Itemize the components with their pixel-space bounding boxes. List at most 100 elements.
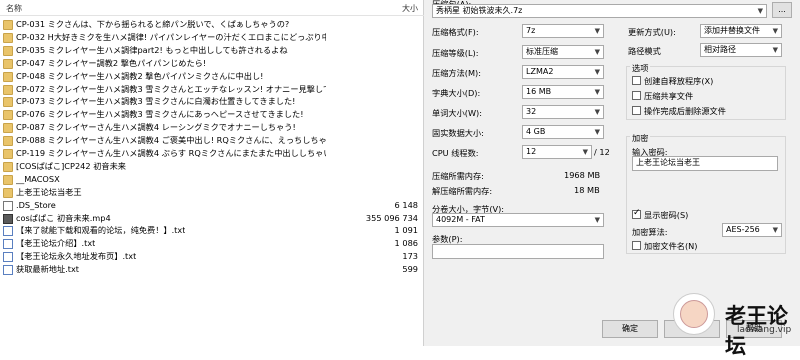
- file-row[interactable]: 上老王论坛当老王: [0, 186, 424, 199]
- browse-button[interactable]: ...: [772, 2, 792, 18]
- file-size: 355 096 734: [365, 212, 418, 223]
- file-row[interactable]: CP-087 ミクレイヤーさん生ハメ調教4 レーシングミクでオナニーしちゃう!: [0, 121, 424, 134]
- shared-checkbox[interactable]: [632, 91, 641, 100]
- chevron-down-icon: ▼: [594, 216, 600, 224]
- file-name: CP-076 ミクレイヤー生ハメ調教3 雪ミクさんにあっへピースさせてきました!: [16, 109, 304, 120]
- chevron-down-icon: ▼: [594, 108, 600, 116]
- file-row[interactable]: __MACOSX: [0, 173, 424, 186]
- file-name: 【老王论坛永久地址发布页】.txt: [16, 251, 137, 262]
- password-input[interactable]: 上老王论坛当老王: [632, 156, 778, 171]
- file-name: 【来了就能下载和观看的论坛，纯免费！】.txt: [16, 225, 186, 236]
- folder-icon: [3, 97, 13, 108]
- show-password-label: 显示密码(S): [644, 210, 689, 220]
- folder-icon: [3, 32, 13, 43]
- file-name: .DS_Store: [16, 199, 56, 210]
- update-select[interactable]: 添加并替换文件 ▼: [700, 24, 782, 38]
- file-row[interactable]: CP-031 ミクさんは、下から揺られると締パン脱いで、くぱぁしちゃうの?: [0, 18, 424, 31]
- chevron-down-icon: ▼: [594, 27, 600, 35]
- solid-select[interactable]: 4 GB ▼: [522, 125, 604, 139]
- chevron-down-icon: ▼: [772, 46, 778, 54]
- volume-select[interactable]: 4092M - FAT ▼: [432, 213, 604, 227]
- column-name-header[interactable]: 名称: [6, 3, 22, 14]
- video-file-icon: [3, 213, 13, 224]
- file-name: 【老王论坛介绍】.txt: [16, 238, 96, 249]
- folder-icon: [3, 187, 13, 198]
- file-name: CP-119 ミクレイヤーさん生ハメ調教4 ぷらす RQミクさんにまたまた中出し…: [16, 148, 326, 158]
- add-to-archive-dialog: 压缩包(A): 秀柄星 初始铁波未久.7z▼ ... 压缩格式(F): 7z▼ …: [424, 0, 800, 346]
- file-row[interactable]: cosぱぱこ 初音未来.mp4 355 096 734: [0, 212, 424, 225]
- enc-method-value: AES-256: [726, 225, 760, 234]
- column-size-header[interactable]: 大小: [402, 3, 418, 14]
- file-size: 6 148: [394, 199, 418, 210]
- file-name: CP-072 ミクレイヤー生ハメ調教3 雪ミクさんとエッチなレッスン! オナニー…: [16, 83, 326, 94]
- file-row[interactable]: 【老王论坛永久地址发布页】.txt 173: [0, 250, 424, 263]
- enc-method-select[interactable]: AES-256 ▼: [722, 223, 782, 237]
- method-select[interactable]: LZMA2 ▼: [522, 65, 604, 79]
- chevron-down-icon: ▼: [594, 68, 600, 76]
- text-file-icon: [3, 252, 13, 263]
- folder-icon: [3, 110, 13, 121]
- folder-icon: [3, 20, 13, 30]
- file-name: CP-032 H大好きミクを生ハメ調律! パイパンレイヤーの汁だくエロまこにどっ…: [16, 31, 326, 42]
- format-select[interactable]: 7z ▼: [522, 24, 604, 38]
- file-list-panel: 名称 大小 CP-031 ミクさんは、下から揺られると締パン脱いで、くぱぁしちゃ…: [0, 0, 424, 346]
- threads-label: CPU 线程数:: [432, 148, 479, 158]
- chevron-down-icon: ▼: [582, 148, 588, 156]
- chevron-down-icon[interactable]: ▼: [758, 5, 763, 17]
- file-row[interactable]: CP-072 ミクレイヤー生ハメ調教3 雪ミクさんとエッチなレッスン! オナニー…: [0, 83, 424, 96]
- file-row[interactable]: CP-035 ミクレイヤー生ハメ調律part2! もっと中出ししても許されるよね: [0, 44, 424, 57]
- chevron-down-icon: ▼: [594, 48, 600, 56]
- file-row[interactable]: CP-047 ミクレイヤー調教2 撃色パイパンじめたら!: [0, 57, 424, 70]
- file-row[interactable]: CP-048 ミクレイヤー生ハメ調教2 撃色パイパンミクさんに中出し!: [0, 70, 424, 83]
- file-name: CP-088 ミクレイヤーさん生ハメ調教4 ご褒美中出し! RQミクさんに、えっ…: [16, 135, 326, 146]
- encrypt-names-checkbox[interactable]: [632, 241, 641, 250]
- archive-path-combo[interactable]: 秀柄星 初始铁波未久.7z ▼: [432, 4, 767, 18]
- solid-value: 4 GB: [526, 127, 546, 136]
- word-select[interactable]: 32 ▼: [522, 105, 604, 119]
- file-row[interactable]: CP-119 ミクレイヤーさん生ハメ調教4 ぷらす RQミクさんにまたまた中出し…: [0, 147, 424, 160]
- file-row[interactable]: CP-088 ミクレイヤーさん生ハメ調教4 ご褒美中出し! RQミクさんに、えっ…: [0, 134, 424, 147]
- sfx-label: 创建自释放程序(X): [644, 76, 714, 86]
- ok-button[interactable]: 确定: [602, 320, 658, 338]
- dict-select[interactable]: 16 MB ▼: [522, 85, 604, 99]
- mem-comp-value: 1968 MB: [564, 170, 601, 180]
- chevron-down-icon: ▼: [594, 88, 600, 96]
- folder-icon: [3, 84, 13, 95]
- threads-select[interactable]: 12 ▼: [522, 145, 592, 159]
- file-name: CP-047 ミクレイヤー調教2 撃色パイパンじめたら!: [16, 57, 207, 68]
- threads-total: / 12: [594, 147, 610, 157]
- file-row[interactable]: CP-076 ミクレイヤー生ハメ調教3 雪ミクさんにあっへピースさせてきました!: [0, 108, 424, 121]
- file-size: 1 086: [394, 238, 418, 249]
- folder-icon: [3, 123, 13, 134]
- chevron-down-icon: ▼: [594, 128, 600, 136]
- dict-label: 字典大小(D):: [432, 88, 481, 98]
- file-size: 173: [402, 251, 418, 262]
- file-row[interactable]: [COSぱぱこ]CP242 初音未来: [0, 160, 424, 173]
- file-size: 599: [402, 264, 418, 275]
- file-row[interactable]: 【来了就能下载和观看的论坛，纯免费！】.txt 1 091: [0, 224, 424, 237]
- level-label: 压缩等级(L):: [432, 48, 479, 58]
- chevron-down-icon: ▼: [772, 226, 778, 234]
- delete-checkbox[interactable]: [632, 106, 641, 115]
- path-mode-select[interactable]: 相对路径 ▼: [700, 43, 782, 57]
- file-row[interactable]: 获取最新地址.txt 599: [0, 263, 424, 276]
- mem-comp-label: 压缩所需内存:: [432, 171, 484, 181]
- params-input[interactable]: [432, 244, 604, 259]
- file-name: CP-031 ミクさんは、下から揺られると締パン脱いで、くぱぁしちゃうの?: [16, 19, 290, 29]
- file-name: 上老王论坛当老王: [16, 186, 82, 197]
- sfx-checkbox[interactable]: [632, 76, 641, 85]
- volume-value: 4092M - FAT: [436, 215, 485, 224]
- file-size: 1 091: [394, 225, 418, 236]
- file-row[interactable]: CP-073 ミクレイヤー生ハメ調教3 雪ミクさんに白濁お仕置きしてきました!: [0, 95, 424, 108]
- level-select[interactable]: 标准压缩 ▼: [522, 45, 604, 59]
- format-label: 压缩格式(F):: [432, 27, 479, 37]
- file-row[interactable]: CP-032 H大好きミクを生ハメ調律! パイパンレイヤーの汁だくエロまこにどっ…: [0, 31, 424, 44]
- folder-icon: [3, 161, 13, 172]
- update-label: 更新方式(U):: [628, 27, 676, 37]
- show-password-checkbox[interactable]: [632, 208, 641, 219]
- file-name: __MACOSX: [16, 173, 60, 184]
- file-row[interactable]: 【老王论坛介绍】.txt 1 086: [0, 237, 424, 250]
- word-value: 32: [526, 107, 537, 116]
- path-mode-value: 相对路径: [704, 45, 736, 54]
- file-row[interactable]: .DS_Store 6 148: [0, 199, 424, 212]
